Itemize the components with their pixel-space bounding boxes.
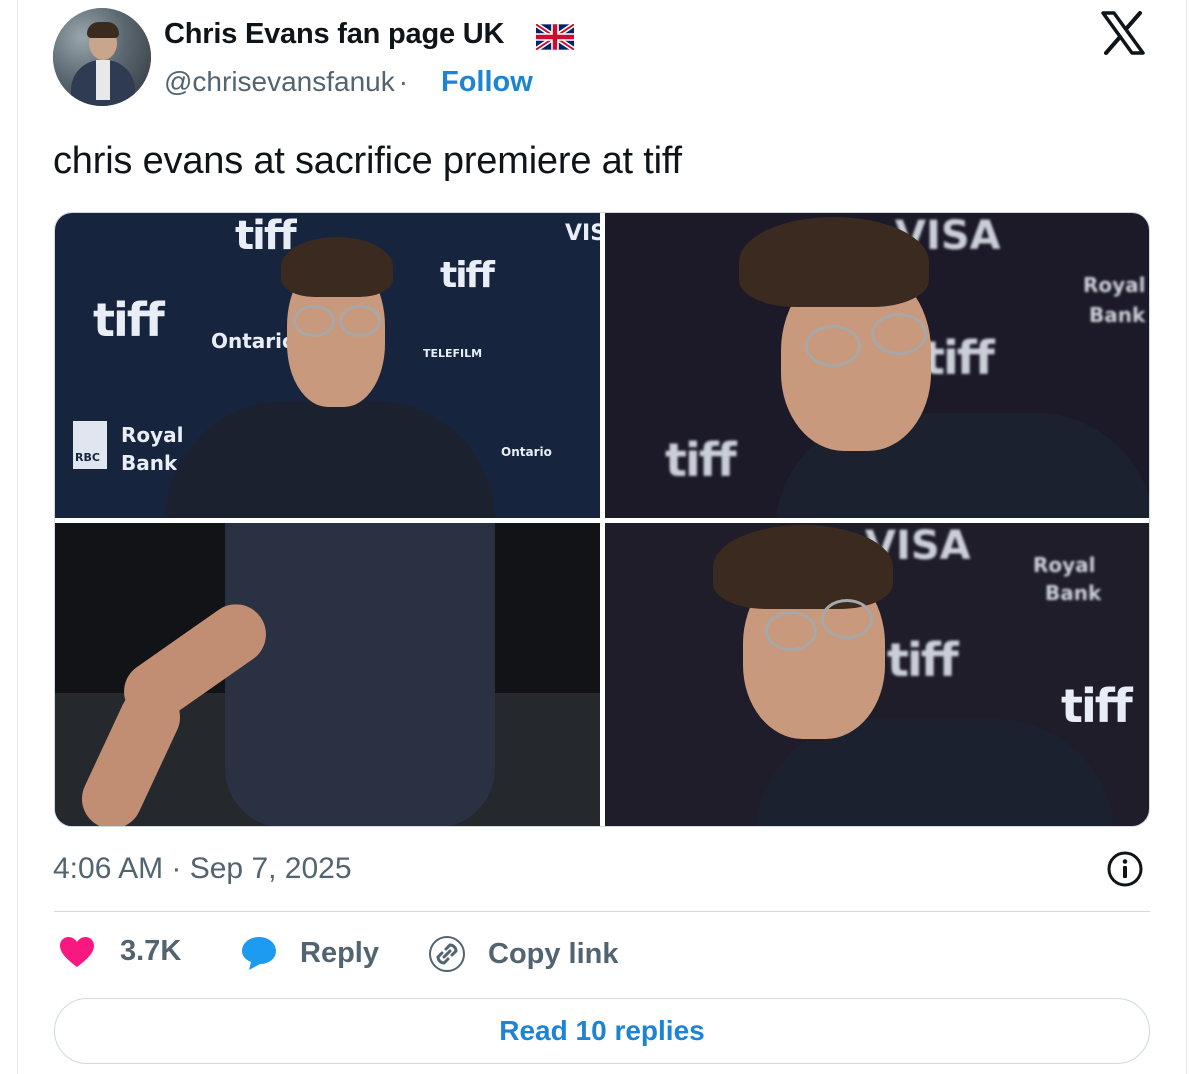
watermark-visa: VISA xyxy=(565,221,600,246)
watermark-royal: Royal xyxy=(121,423,184,447)
person-hair xyxy=(713,525,893,609)
rbc-logo-text: RBC xyxy=(75,451,100,464)
person-torso xyxy=(225,523,495,826)
person-hair xyxy=(281,237,393,297)
glasses-icon xyxy=(293,305,335,337)
link-icon xyxy=(429,936,465,972)
tweet-timestamp[interactable]: 4:06 AM · Sep 7, 2025 xyxy=(53,852,352,886)
watermark-tiff: tiff xyxy=(923,331,995,385)
copy-link-label: Copy link xyxy=(488,937,619,970)
person-hair xyxy=(739,217,929,307)
watermark-telefilm: TELEFILM xyxy=(423,347,483,360)
handle-separator: · xyxy=(398,66,409,97)
watermark-bank: Bank xyxy=(121,451,178,475)
x-logo-icon[interactable] xyxy=(1099,11,1147,55)
uk-flag-icon xyxy=(536,24,574,50)
follow-button[interactable]: Follow xyxy=(441,66,533,99)
reply-button[interactable]: Reply xyxy=(240,935,379,971)
watermark-ontario: Ontario xyxy=(211,329,296,353)
like-count: 3.7K xyxy=(120,935,182,967)
glasses-icon xyxy=(805,325,861,367)
watermark-royal: Royal xyxy=(1083,273,1146,297)
watermark-royal: Royal xyxy=(1033,553,1096,577)
watermark-tiff: tiff xyxy=(440,255,495,296)
person-torso xyxy=(165,401,495,518)
rbc-logo: RBC xyxy=(73,421,107,469)
tweet-text: chris evans at sacrifice premiere at tif… xyxy=(53,140,682,182)
reply-label: Reply xyxy=(300,936,379,969)
divider xyxy=(54,911,1150,912)
watermark-bank: Bank xyxy=(1045,581,1102,605)
glasses-icon xyxy=(765,611,817,651)
glasses-icon xyxy=(871,313,927,355)
glasses-icon xyxy=(821,599,873,639)
photo-3[interactable] xyxy=(55,523,600,826)
author-handle[interactable]: @chrisevansfanuk · xyxy=(164,66,414,98)
avatar-hair xyxy=(87,22,119,38)
heart-icon xyxy=(60,936,94,967)
watermark-tiff: tiff xyxy=(665,433,737,487)
photo-1[interactable]: tiff tiff Ontario Royal Bank RBC tiff TE… xyxy=(55,213,600,518)
handle-text[interactable]: @chrisevansfanuk xyxy=(164,66,395,97)
watermark-bank: Bank xyxy=(1089,303,1146,327)
author-avatar[interactable] xyxy=(53,8,151,106)
photo-grid: tiff tiff Ontario Royal Bank RBC tiff TE… xyxy=(54,212,1150,827)
read-replies-button[interactable]: Read 10 replies xyxy=(54,998,1150,1064)
info-icon[interactable] xyxy=(1106,850,1144,888)
like-button[interactable]: 3.7K xyxy=(59,935,181,968)
glasses-icon xyxy=(339,305,381,337)
author-name[interactable]: Chris Evans fan page UK xyxy=(164,18,504,51)
avatar-shirt xyxy=(96,60,110,100)
copy-link-button[interactable]: Copy link xyxy=(428,935,619,973)
watermark-tiff: tiff xyxy=(1061,679,1133,733)
photo-2[interactable]: tiff tiff VISA Royal Bank xyxy=(605,213,1149,518)
watermark-tiff: tiff xyxy=(887,633,959,687)
watermark-tiff: tiff xyxy=(93,293,165,347)
watermark-ontario-small: Ontario xyxy=(501,445,552,459)
watermark-tiff: tiff xyxy=(235,213,297,259)
reply-bubble-icon xyxy=(242,937,276,970)
photo-4[interactable]: VISA tiff Royal Bank tiff xyxy=(605,523,1149,826)
